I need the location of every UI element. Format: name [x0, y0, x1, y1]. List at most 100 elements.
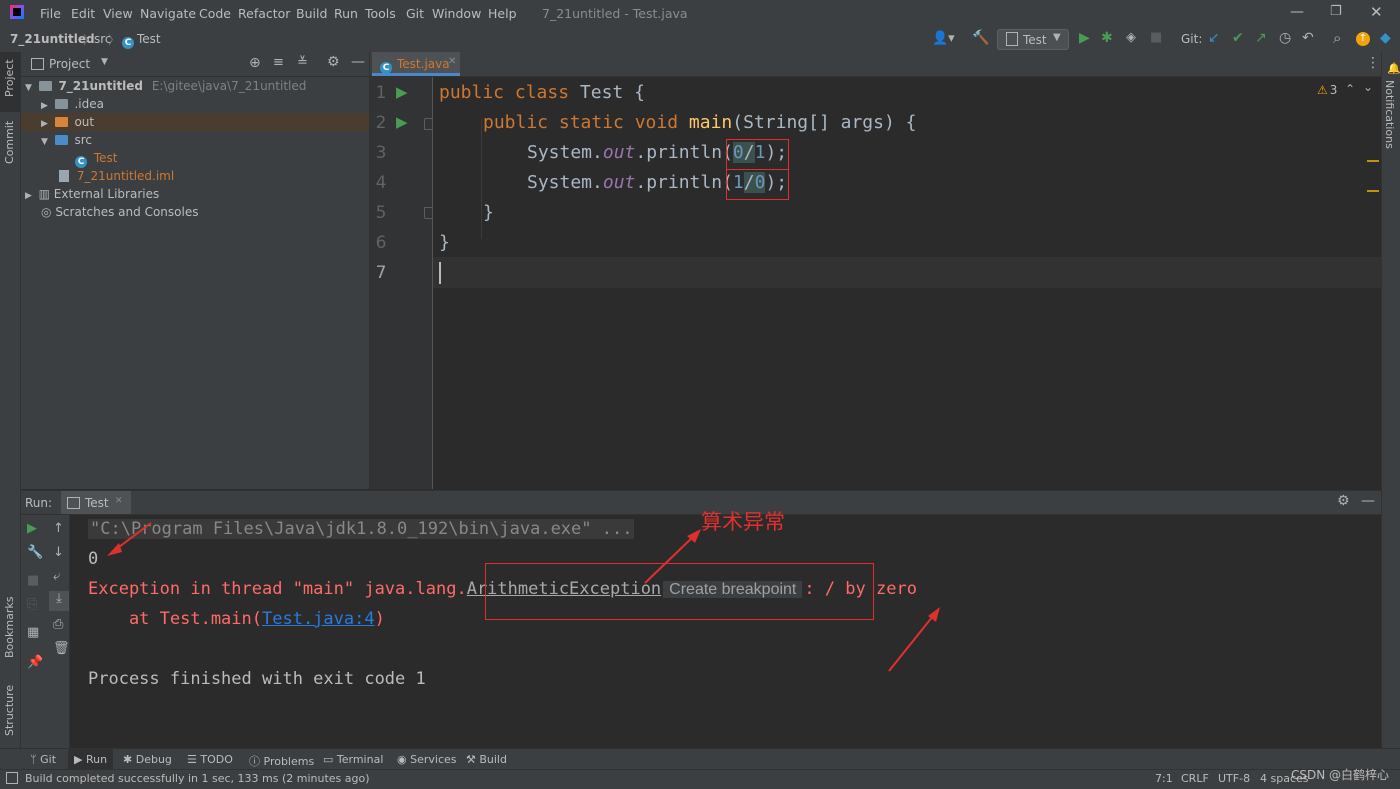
menu-git[interactable]: Git: [406, 6, 424, 21]
tab-test-java[interactable]: C Test.java ✕: [372, 52, 460, 76]
file-encoding[interactable]: UTF-8: [1218, 772, 1250, 785]
toolwindow-problems[interactable]: ⓘ Problems: [249, 753, 314, 769]
run-gutter-icon[interactable]: ▶: [396, 113, 408, 131]
notifications-stripe-label: Notifications: [1383, 80, 1396, 149]
toolwindow-git[interactable]: ᛘ Git: [30, 753, 56, 766]
indent-guide: [481, 119, 482, 239]
breadcrumb-test[interactable]: C Test: [122, 32, 161, 49]
project-panel-title[interactable]: Project: [49, 57, 90, 71]
tree-root[interactable]: ▼ 7_21untitled E:\gitee\java\7_21untitle…: [25, 77, 306, 95]
line-number: 3: [375, 143, 387, 163]
left-tool-stripe: Project Commit Bookmarks Structure: [0, 52, 21, 748]
locate-icon[interactable]: ⊕: [249, 55, 261, 71]
toolwindow-terminal[interactable]: ▭ Terminal: [323, 753, 383, 766]
restore-icon[interactable]: ❐: [1330, 4, 1342, 19]
git-branch-icon: ᛘ: [30, 753, 41, 766]
tree-item-label: src: [74, 133, 92, 147]
update-icon[interactable]: ↑: [1356, 32, 1370, 46]
notifications-stripe-button[interactable]: Notifications: [1382, 76, 1400, 149]
warning-icon[interactable]: ⚠ 3: [1317, 83, 1337, 97]
bookmarks-stripe-button[interactable]: Bookmarks: [0, 592, 20, 662]
status-panel-icon[interactable]: [6, 772, 18, 784]
watermark: CSDN @白鹤梓心: [1291, 768, 1390, 782]
jetbrains-icon[interactable]: ◆: [1380, 30, 1391, 46]
toolwindow-services[interactable]: ◉ Services: [397, 753, 457, 766]
history-icon[interactable]: ◷: [1279, 30, 1291, 46]
rollback-icon[interactable]: ↶: [1302, 30, 1314, 46]
build-hammer-icon[interactable]: 🔨: [972, 30, 989, 46]
minimize-icon[interactable]: —: [1290, 4, 1304, 20]
git-update-icon[interactable]: ↙: [1208, 30, 1220, 46]
menu-code[interactable]: Code: [199, 6, 231, 21]
menu-tools[interactable]: Tools: [365, 6, 396, 21]
chevron-down-icon[interactable]: ▼: [101, 57, 108, 67]
toolwindow-debug[interactable]: ✱ Debug: [123, 753, 172, 766]
chevron-right-icon: ▶: [41, 119, 51, 129]
tree-item-out[interactable]: ▶ out: [21, 113, 369, 131]
menu-edit[interactable]: Edit: [71, 6, 95, 21]
notifications-icon[interactable]: 🔔: [1387, 62, 1400, 75]
class-icon: C: [122, 37, 134, 49]
root-path: E:\gitee\java\7_21untitled: [151, 79, 307, 93]
toolwindow-todo[interactable]: ☰ TODO: [187, 753, 233, 766]
hammer-icon: ⚒: [466, 753, 480, 766]
chevron-up-icon[interactable]: ⌃: [1345, 82, 1355, 96]
structure-stripe-button[interactable]: Structure: [0, 678, 20, 738]
intellij-logo-icon: [10, 5, 24, 19]
stop-icon[interactable]: ■: [1150, 30, 1162, 45]
breadcrumb-project[interactable]: 7_21untitled: [10, 32, 95, 46]
commit-stripe-label: Commit: [3, 120, 16, 164]
run-config-selector[interactable]: Test ▼: [997, 29, 1069, 50]
warning-marker[interactable]: [1367, 190, 1379, 192]
bug-icon: ✱: [123, 753, 136, 766]
tree-item-idea[interactable]: ▶ .idea: [41, 95, 104, 113]
expand-all-icon[interactable]: ≡: [273, 55, 284, 70]
tree-item-src[interactable]: ▼ src: [41, 131, 92, 149]
chevron-down-icon[interactable]: ⌄: [1363, 80, 1373, 94]
tree-item-iml[interactable]: 7_21untitled.iml: [59, 167, 174, 185]
status-message[interactable]: Build completed successfully in 1 sec, 1…: [25, 772, 370, 785]
toolwindow-label: Git: [40, 753, 57, 766]
run-icon[interactable]: ▶: [1079, 30, 1090, 46]
commit-stripe-button[interactable]: Commit: [0, 118, 20, 178]
editor-tab-bar: C Test.java ✕ ⋮: [370, 52, 1381, 77]
caret-position[interactable]: 7:1: [1155, 772, 1173, 785]
navigation-bar: 7_21untitled 〉 src 〉 C Test 👤▾ 🔨 Test ▼ ▶…: [0, 27, 1400, 53]
tree-item-test[interactable]: C Test: [75, 149, 117, 168]
close-icon[interactable]: ✕: [1370, 3, 1383, 21]
toolwindow-build[interactable]: ⚒ Build: [466, 753, 507, 766]
project-stripe-button[interactable]: Project: [0, 52, 20, 112]
menu-build[interactable]: Build: [296, 6, 327, 21]
menu-file[interactable]: File: [40, 6, 61, 21]
code-editor[interactable]: public class Test { public static void m…: [433, 77, 1381, 489]
more-options-icon[interactable]: ⋮: [1366, 55, 1380, 71]
git-push-icon[interactable]: ↗: [1255, 30, 1267, 46]
gear-icon[interactable]: ⚙: [327, 54, 340, 70]
git-commit-icon[interactable]: ✔: [1232, 30, 1244, 46]
tree-item-scratches[interactable]: ◎ Scratches and Consoles: [41, 203, 198, 221]
annotation-arrow: [888, 610, 938, 672]
menu-view[interactable]: View: [103, 6, 133, 21]
hide-panel-icon[interactable]: —: [351, 54, 365, 70]
window-title: 7_21untitled - Test.java: [542, 6, 688, 21]
menu-run[interactable]: Run: [334, 6, 358, 21]
menu-navigate[interactable]: Navigate: [140, 6, 196, 21]
root-name: 7_21untitled: [58, 79, 144, 93]
debug-icon[interactable]: ✱: [1101, 30, 1113, 46]
project-stripe-label: Project: [3, 59, 16, 97]
run-gutter-icon[interactable]: ▶: [396, 83, 408, 101]
menu-help[interactable]: Help: [488, 6, 517, 21]
search-icon[interactable]: ⌕: [1333, 29, 1341, 47]
user-icon[interactable]: 👤▾: [932, 31, 955, 46]
menu-window[interactable]: Window: [432, 6, 481, 21]
toolwindow-label: Run: [85, 753, 108, 766]
warning-marker[interactable]: [1367, 160, 1379, 162]
right-tool-stripe: 🔔 Notifications: [1381, 52, 1400, 748]
close-tab-icon[interactable]: ✕: [448, 56, 456, 67]
menu-refactor[interactable]: Refactor: [238, 6, 290, 21]
tree-item-external-libraries[interactable]: ▶ ▥ External Libraries: [25, 185, 159, 203]
coverage-icon[interactable]: ◈: [1126, 30, 1136, 45]
collapse-all-icon[interactable]: ≚: [297, 55, 308, 70]
line-separator[interactable]: CRLF: [1181, 772, 1209, 785]
toolwindow-run[interactable]: ▶ Run: [68, 749, 114, 770]
